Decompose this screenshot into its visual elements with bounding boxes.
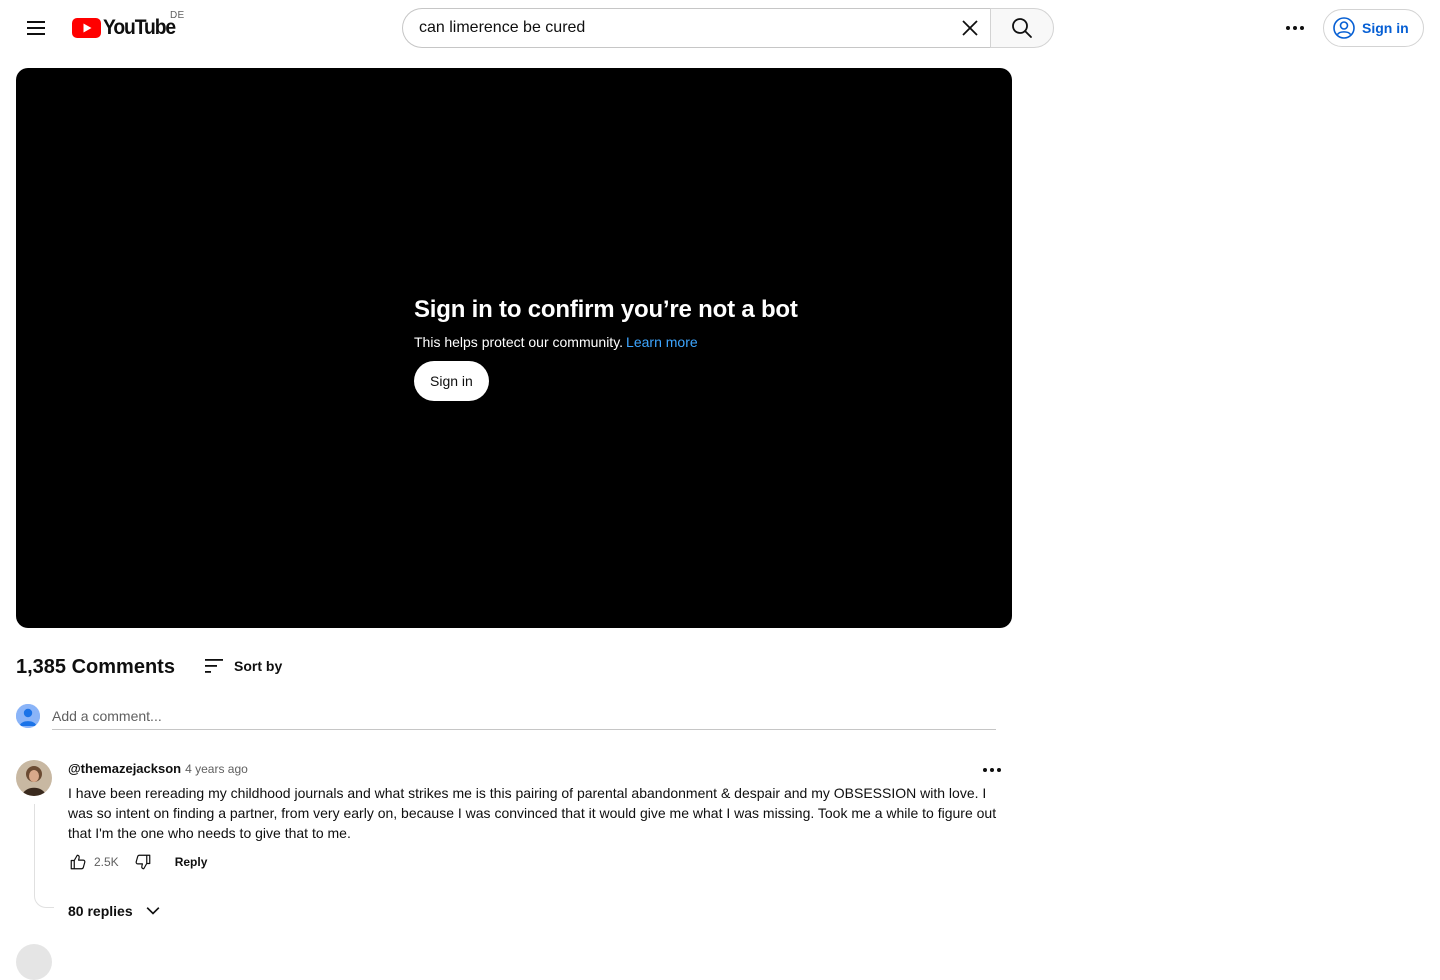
- sort-by-label: Sort by: [234, 658, 283, 674]
- comments-header: 1,385 Comments Sort by: [16, 648, 1012, 684]
- comment-author[interactable]: @themazejackson: [68, 761, 181, 776]
- view-replies-button[interactable]: 80 replies: [68, 900, 163, 922]
- hamburger-menu-icon: [27, 21, 45, 35]
- close-icon: [962, 20, 978, 36]
- dislike-button[interactable]: [133, 852, 153, 872]
- signin-label: Sign in: [1362, 20, 1409, 36]
- settings-more-button[interactable]: [1275, 8, 1315, 48]
- replies-count: 80 replies: [68, 903, 133, 919]
- video-player: Sign in to confirm you’re not a bot This…: [16, 68, 1012, 628]
- user-avatar: [16, 704, 40, 728]
- add-comment-input[interactable]: Add a comment...: [52, 706, 996, 730]
- comment-header: @themazejackson 4 years ago: [68, 761, 248, 779]
- default-avatar-icon: [16, 704, 40, 728]
- account-circle-icon: [1333, 17, 1355, 39]
- signin-button[interactable]: Sign in: [1323, 9, 1424, 47]
- add-comment-row: Add a comment...: [16, 702, 996, 732]
- search-button[interactable]: [990, 8, 1054, 48]
- bot-check-text: This helps protect our community.: [414, 334, 624, 350]
- youtube-play-logo-icon: [72, 18, 101, 38]
- youtube-logo[interactable]: YouTube DE: [72, 10, 184, 41]
- search-bar: [402, 8, 1054, 48]
- search-box: [402, 8, 990, 48]
- player-signin-button[interactable]: Sign in: [414, 361, 489, 401]
- comment-actions: 2.5K Reply: [68, 850, 207, 874]
- like-count: 2.5K: [94, 855, 119, 869]
- author-photo-icon: [16, 760, 52, 796]
- country-code: DE: [170, 10, 185, 21]
- search-icon: [1012, 18, 1032, 38]
- guide-menu-button[interactable]: [16, 8, 56, 48]
- chevron-down-icon: [146, 907, 160, 915]
- search-input[interactable]: [419, 9, 950, 47]
- bot-check-panel: Sign in to confirm you’re not a bot This…: [414, 294, 834, 401]
- next-comment-avatar[interactable]: [16, 944, 52, 980]
- like-button[interactable]: [68, 852, 88, 872]
- learn-more-link[interactable]: Learn more: [626, 334, 698, 350]
- clear-search-button[interactable]: [950, 9, 990, 47]
- sort-icon: [205, 659, 223, 673]
- masthead: YouTube DE can limerence be cured Sign i…: [0, 0, 1440, 56]
- bot-check-title: Sign in to confirm you’re not a bot: [414, 296, 798, 323]
- more-vertical-icon: [983, 768, 1001, 772]
- thread-connector-line: [34, 804, 54, 908]
- thumbs-up-icon: [70, 854, 86, 870]
- thumbs-down-icon: [135, 854, 151, 870]
- comment-time[interactable]: 4 years ago: [185, 762, 248, 776]
- reply-button[interactable]: Reply: [175, 855, 208, 869]
- bot-check-subtitle: This helps protect our community. Learn m…: [414, 332, 834, 352]
- comments-count: 1,385 Comments: [16, 656, 175, 678]
- comment-text: I have been rereading my childhood journ…: [68, 785, 997, 841]
- sort-by-button[interactable]: Sort by: [202, 650, 282, 682]
- logo-wordmark: YouTube: [103, 16, 176, 39]
- more-horizontal-icon: [1286, 26, 1304, 30]
- comment-author-avatar[interactable]: [16, 760, 52, 796]
